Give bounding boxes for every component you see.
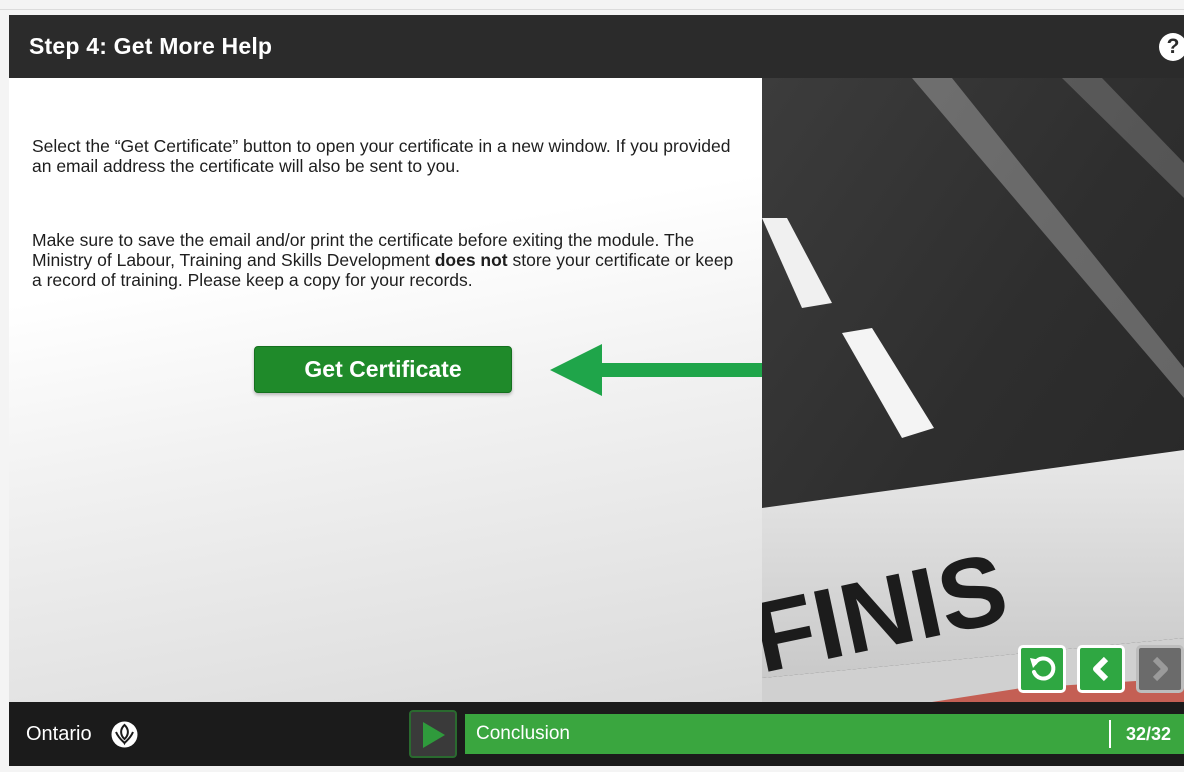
top-divider: [0, 9, 1184, 10]
instruction-paragraph: Select the “Get Certificate” button to o…: [32, 136, 731, 176]
page-title: Step 4: Get More Help: [29, 33, 273, 59]
warning-emphasis: does not: [434, 250, 508, 270]
progress-bar[interactable]: Conclusion 32/32: [465, 714, 1184, 754]
help-icon: ?: [1166, 35, 1180, 58]
play-icon: [423, 722, 445, 748]
chapter-title: Conclusion: [476, 723, 570, 744]
finish-line-image: FINIS: [762, 78, 1184, 702]
warning-paragraph: Make sure to save the email and/or print…: [32, 230, 742, 290]
ontario-brand: Ontario: [26, 723, 92, 745]
player-footer: Ontario Conclusion 32/32: [9, 702, 1184, 766]
play-button[interactable]: [409, 710, 457, 758]
help-button[interactable]: ?: [1159, 33, 1184, 61]
replay-icon: [1030, 656, 1056, 681]
get-certificate-button[interactable]: Get Certificate: [254, 346, 512, 393]
slide-header: Step 4: Get More Help ?: [9, 15, 1184, 78]
chevron-right-icon: [1152, 656, 1168, 682]
ontario-trillium-logo: [111, 721, 138, 748]
replay-button[interactable]: [1018, 645, 1066, 693]
pointer-arrow-icon: [550, 344, 768, 396]
progress-divider: [1109, 720, 1111, 748]
previous-slide-button[interactable]: [1077, 645, 1125, 693]
next-slide-button[interactable]: [1136, 645, 1184, 693]
chevron-left-icon: [1093, 656, 1109, 682]
slide-counter: 32/32: [1126, 724, 1172, 744]
